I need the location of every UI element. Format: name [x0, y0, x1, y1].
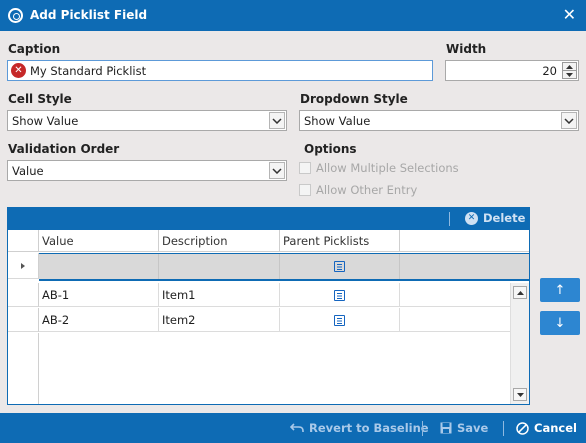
allow-multiple-checkbox[interactable] [299, 162, 311, 174]
save-label: Save [457, 421, 489, 435]
delete-label: Delete [483, 211, 526, 225]
new-row-filler-cell [400, 253, 529, 279]
cancel-label: Cancel [534, 421, 577, 435]
row-description-cell[interactable]: Item2 [159, 308, 280, 332]
caption-input[interactable]: ✕ My Standard Picklist [7, 60, 433, 81]
chevron-down-icon [272, 117, 282, 124]
caption-value: My Standard Picklist [30, 63, 147, 78]
allow-other-checkbox[interactable] [299, 184, 311, 196]
chevron-down-icon [566, 72, 573, 77]
row-filler-cell [400, 283, 510, 307]
chevron-up-icon [566, 64, 573, 69]
save-icon [440, 422, 452, 434]
error-icon: ✕ [11, 63, 26, 78]
validation-order-dropdown-button[interactable] [269, 162, 285, 179]
move-up-button[interactable]: ↑ [540, 278, 580, 302]
undo-icon [290, 423, 304, 432]
new-row[interactable] [8, 253, 529, 281]
save-button[interactable]: Save [440, 421, 488, 435]
new-row-bottom-border [39, 279, 529, 281]
row-selector[interactable] [8, 308, 39, 332]
picklist-grid: ✕ Delete Value Description Parent Pickli… [7, 207, 530, 405]
spin-up-button[interactable] [562, 62, 577, 71]
close-icon[interactable]: ✕ [563, 6, 576, 24]
scroll-down-button[interactable] [513, 388, 527, 401]
dropdown-style-select[interactable]: Show Value [299, 110, 579, 131]
column-header-parent-picklists[interactable]: Parent Picklists [280, 230, 400, 252]
row-selector-header [8, 230, 39, 252]
move-down-button[interactable]: ↓ [540, 311, 580, 335]
column-header-value[interactable]: Value [39, 230, 159, 252]
cell-style-value: Show Value [12, 113, 79, 128]
chevron-down-icon [564, 117, 574, 124]
footer-separator [503, 421, 504, 436]
row-description-cell[interactable]: Item1 [159, 283, 280, 307]
current-row-arrow-icon [21, 262, 25, 269]
allow-other-label: Allow Other Entry [316, 183, 418, 197]
cell-style-label: Cell Style [8, 92, 72, 106]
picklist-icon [8, 8, 23, 23]
new-row-parent-cell[interactable] [280, 253, 400, 279]
cancel-icon [516, 421, 529, 435]
row-parent-cell[interactable] [280, 283, 400, 307]
new-row-selector[interactable] [8, 253, 39, 279]
dropdown-style-label: Dropdown Style [300, 92, 408, 106]
new-row-description-cell[interactable] [159, 253, 280, 279]
chevron-down-icon [272, 167, 282, 174]
spin-down-button[interactable] [562, 71, 577, 79]
caption-label: Caption [8, 42, 61, 56]
column-header-description[interactable]: Description [159, 230, 280, 252]
width-spinner [562, 62, 577, 79]
delete-icon: ✕ [465, 211, 478, 225]
validation-order-label: Validation Order [8, 142, 120, 156]
list-icon[interactable] [334, 289, 345, 301]
row-selector[interactable] [8, 283, 39, 307]
scroll-down-icon [516, 392, 524, 397]
scroll-up-icon [516, 290, 524, 295]
table-row[interactable]: AB-1 Item1 [39, 283, 510, 307]
list-icon[interactable] [334, 314, 345, 326]
list-icon[interactable] [334, 260, 345, 272]
footer-bar: Revert to Baseline Save Cancel [0, 413, 586, 443]
row-parent-cell[interactable] [280, 308, 400, 332]
row-value-cell[interactable]: AB-1 [39, 283, 159, 307]
revert-to-baseline-button[interactable]: Revert to Baseline [290, 421, 429, 435]
width-stepper[interactable]: 20 [445, 60, 579, 81]
grid-toolbar: ✕ Delete [8, 208, 529, 230]
cancel-button[interactable]: Cancel [516, 421, 577, 435]
dropdown-style-value: Show Value [304, 113, 371, 128]
allow-other-option[interactable]: Allow Other Entry [299, 183, 417, 197]
revert-label: Revert to Baseline [309, 421, 429, 435]
cell-style-dropdown-button[interactable] [269, 112, 285, 129]
column-header-filler [400, 230, 529, 252]
new-row-value-cell[interactable] [39, 253, 159, 279]
row-filler-cell [400, 308, 510, 332]
cell-style-select[interactable]: Show Value [7, 110, 287, 131]
width-label: Width [446, 42, 487, 56]
arrow-down-icon: ↓ [554, 315, 566, 331]
grid-scrollbar[interactable] [510, 283, 529, 404]
allow-multiple-option[interactable]: Allow Multiple Selections [299, 161, 459, 175]
row-selector-column [8, 333, 39, 404]
options-label: Options [304, 142, 357, 156]
scroll-up-button[interactable] [513, 286, 527, 299]
delete-button[interactable]: ✕ Delete [465, 211, 525, 225]
validation-order-select[interactable]: Value [7, 160, 287, 181]
window-title: Add Picklist Field [30, 8, 148, 22]
new-row-top-border [39, 253, 529, 254]
table-row[interactable]: AB-2 Item2 [39, 308, 510, 332]
dropdown-style-dropdown-button[interactable] [561, 112, 577, 129]
allow-multiple-label: Allow Multiple Selections [316, 161, 459, 175]
arrow-up-icon: ↑ [554, 282, 566, 298]
row-value-cell[interactable]: AB-2 [39, 308, 159, 332]
toolbar-separator [449, 212, 450, 226]
footer-separator [422, 421, 423, 436]
validation-order-value: Value [12, 163, 44, 178]
title-bar: Add Picklist Field ✕ [0, 0, 586, 31]
